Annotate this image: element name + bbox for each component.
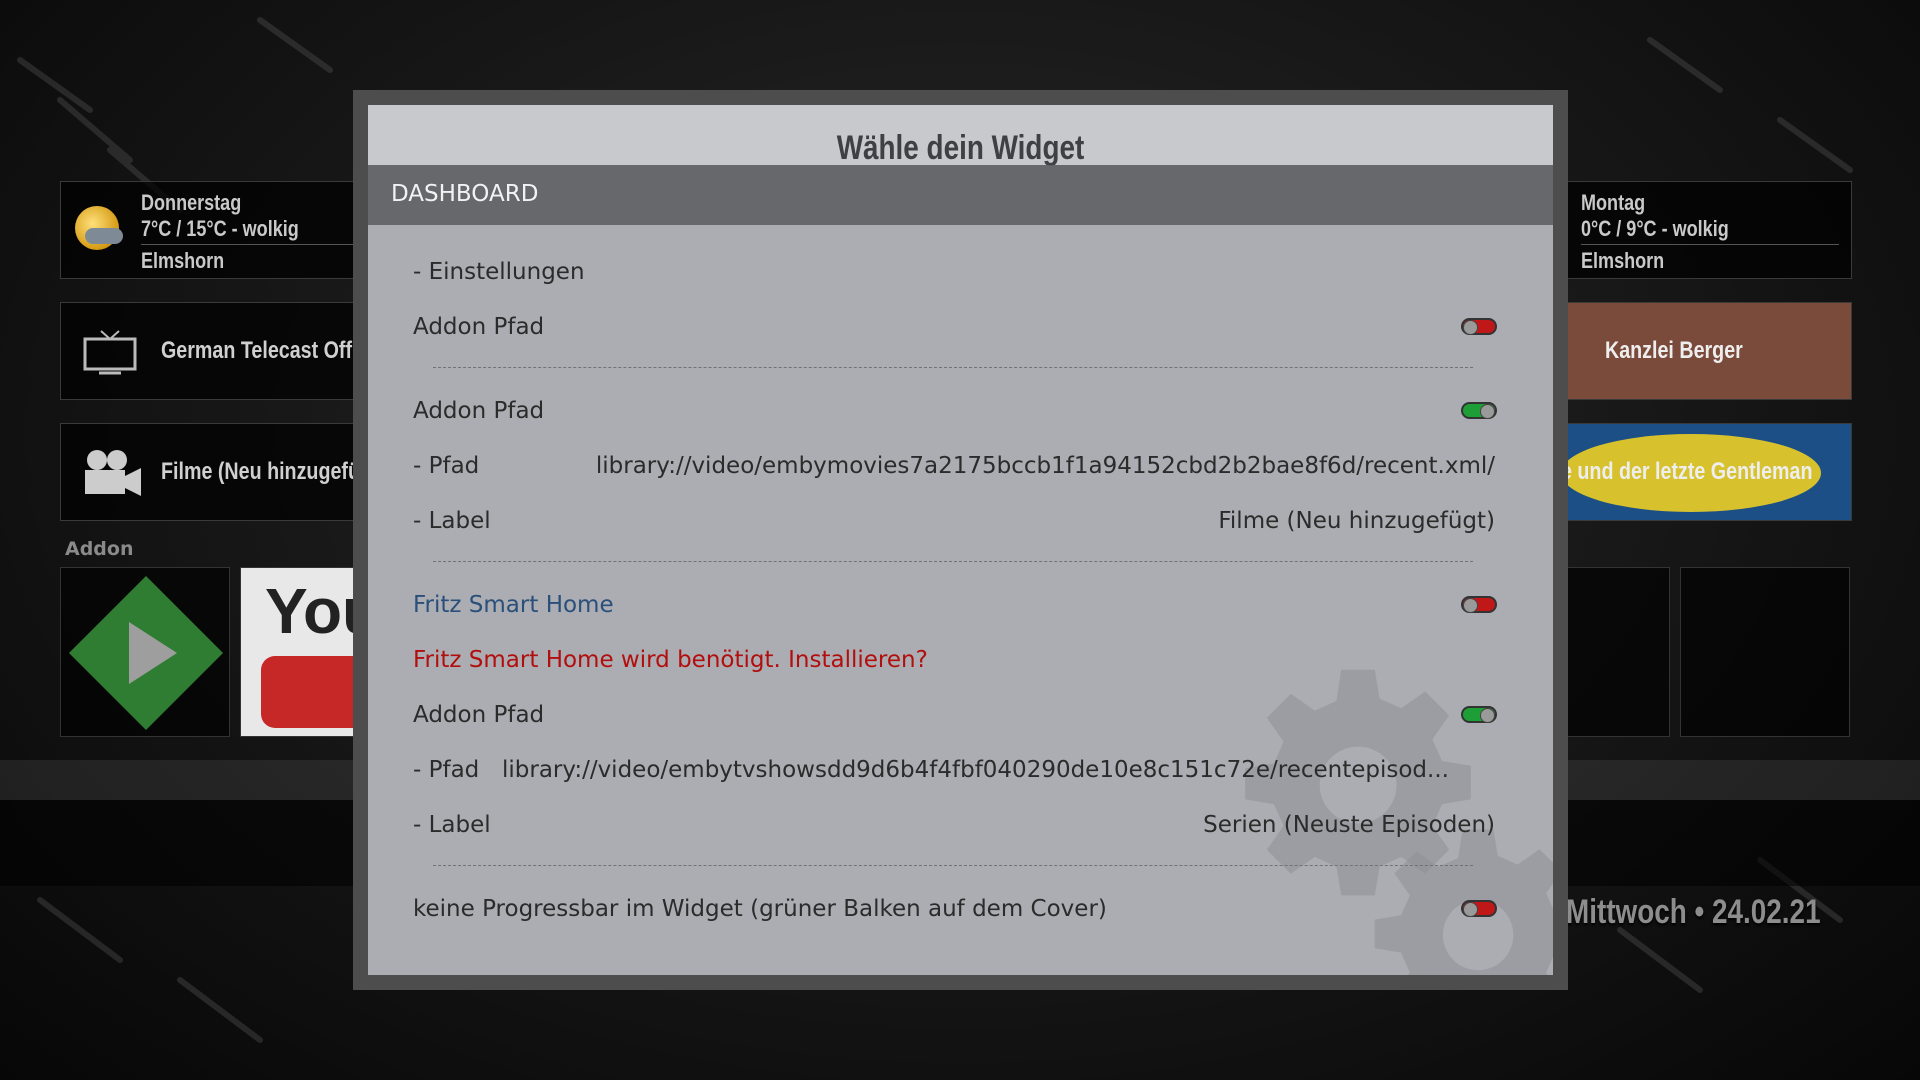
path-label: - Pfad [413,453,480,479]
path-value: library://video/embytvshowsdd9d6b4f4fbf0… [502,757,1449,783]
weather-day: Donnerstag [141,190,242,215]
path-value: library://video/embymovies7a2175bccb1f1a… [595,453,1495,479]
tv-shortcut-label: German Telecast Off [161,337,353,364]
addon-path-row-1[interactable]: Addon Pfad [413,306,1497,346]
fritz-smart-home-row[interactable]: Fritz Smart Home [413,584,1497,624]
dialog-title-bar: Wähle dein Widget [368,105,1553,167]
date-clock: Mittwoch • 24.02.21 [1566,893,1821,931]
path-row-1[interactable]: - Pfad library://video/embymovies7a2175b… [413,445,1495,485]
progressbar-label: keine Progressbar im Widget (grüner Balk… [413,896,1107,922]
label-value: Serien (Neuste Episoden) [1203,812,1495,838]
weather-day: Montag [1581,190,1646,215]
toggle-knob [1463,902,1478,917]
settings-label: - Einstellungen [413,259,585,285]
addon-tile[interactable] [1560,567,1670,737]
tv-icon [83,330,137,375]
weather-temp: 7°C / 15°C - wolkig [141,216,299,241]
shortcut-tile-right-mid[interactable]: e und der letzte Gentleman [1520,423,1852,521]
label-label: - Label [413,508,491,534]
weather-divider [1581,244,1839,245]
fritz-smart-home-label: Fritz Smart Home [413,592,614,618]
toggle-knob [1463,320,1478,335]
addon-path-label: Addon Pfad [413,314,545,340]
addon-path-row-3[interactable]: Addon Pfad [413,694,1497,734]
weather-location: Elmshorn [141,248,225,273]
fritz-smart-home-toggle[interactable] [1461,596,1497,613]
addon-path-label: Addon Pfad [413,398,545,424]
emby-logo-icon [69,576,223,730]
separator [433,561,1473,562]
separator [433,865,1473,866]
toggle-knob [1463,598,1478,613]
weather-cloud-icon [85,228,123,244]
addon-section-header: Addon [65,538,134,560]
tab-dashboard[interactable]: DASHBOARD [391,181,538,207]
dialog-title: Wähle dein Widget [836,129,1085,167]
movies-shortcut-label: Filme (Neu hinzugefü [161,458,360,485]
movie-camera-icon [85,450,141,496]
addon-tile-emby[interactable] [60,567,230,737]
progressbar-row[interactable]: keine Progressbar im Widget (grüner Balk… [413,888,1497,928]
shortcut-tile-right-top[interactable]: Kanzlei Berger [1520,302,1852,400]
label-label: - Label [413,812,491,838]
dialog-tab-row [368,165,1553,225]
label-row-2[interactable]: - Label Serien (Neuste Episoden) [413,804,1495,844]
addon-path-toggle-1[interactable] [1461,318,1497,335]
toggle-knob [1480,404,1495,419]
dialog-body: - Einstellungen Addon Pfad Addon Pfad - … [368,225,1553,975]
weather-location: Elmshorn [1581,248,1665,273]
path-label: - Pfad [413,757,480,783]
addon-path-toggle-3[interactable] [1461,706,1497,723]
progressbar-toggle[interactable] [1461,900,1497,917]
shortcut-right-mid-label: e und der letzte Gentleman [1561,458,1813,485]
addon-tile[interactable] [1680,567,1850,737]
shortcut-right-top-label: Kanzlei Berger [1605,337,1743,364]
fritz-install-warning: Fritz Smart Home wird benötigt. Installi… [413,647,928,673]
path-row-2[interactable]: - Pfad library://video/embytvshowsdd9d6b… [413,749,1495,789]
fritz-install-row[interactable]: Fritz Smart Home wird benötigt. Installi… [413,639,1495,679]
addon-path-toggle-2[interactable] [1461,402,1497,419]
label-row-1[interactable]: - Label Filme (Neu hinzugefügt) [413,500,1495,540]
settings-row: - Einstellungen [413,251,1495,291]
toggle-knob [1480,708,1495,723]
addon-tile-youtube[interactable]: You [240,567,401,737]
separator [433,367,1473,368]
label-value: Filme (Neu hinzugefügt) [1218,508,1495,534]
weather-temp: 0°C / 9°C - wolkig [1581,216,1729,241]
addon-path-row-2[interactable]: Addon Pfad [413,390,1497,430]
addon-path-label: Addon Pfad [413,702,545,728]
